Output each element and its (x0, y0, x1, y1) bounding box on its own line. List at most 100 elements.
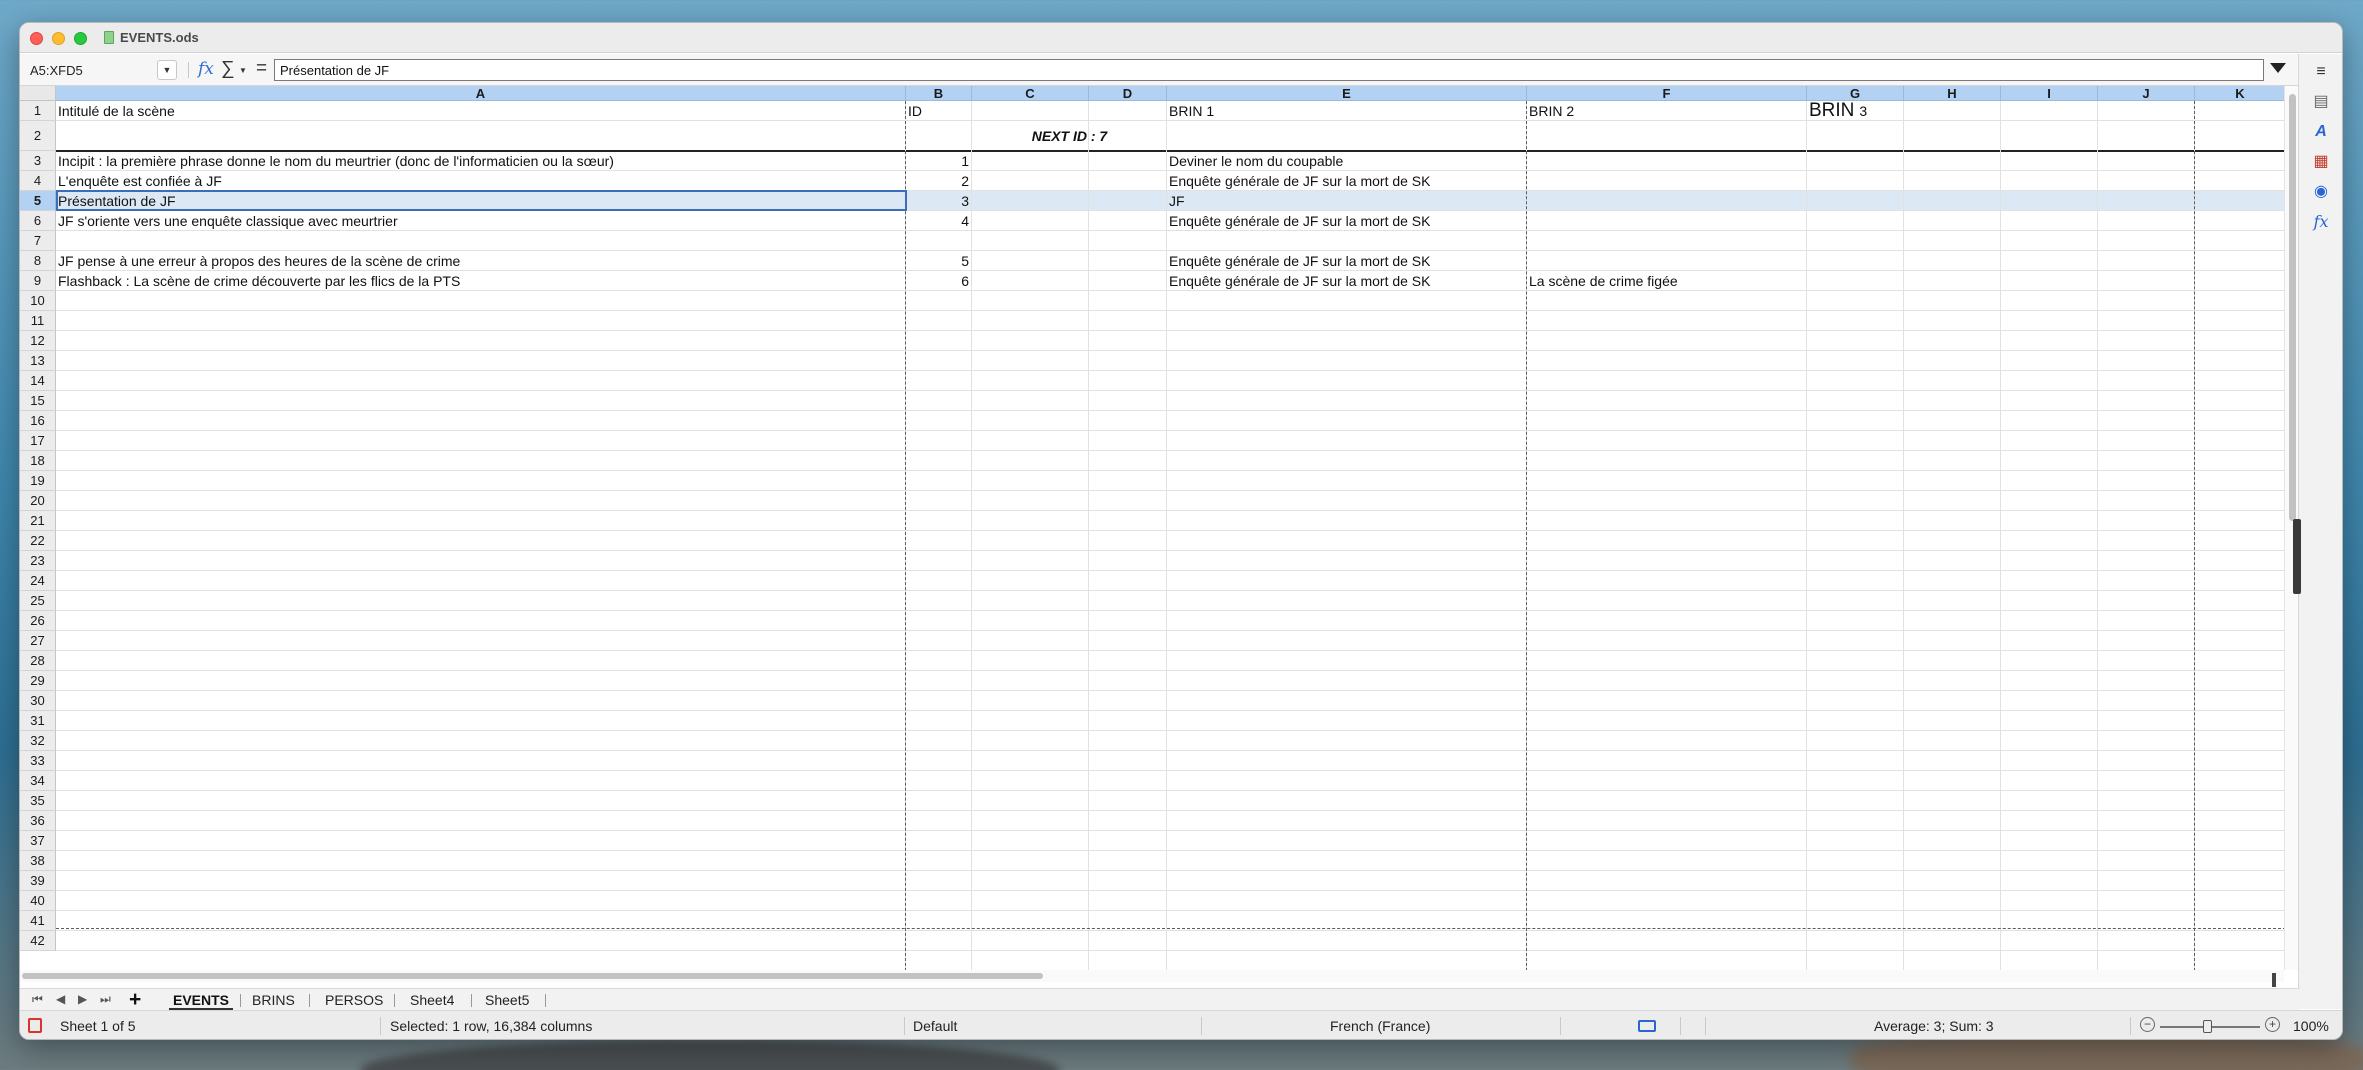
row-header-5[interactable]: 5 (20, 191, 56, 211)
row-header-29[interactable]: 29 (20, 671, 56, 691)
row-header-12[interactable]: 12 (20, 331, 56, 351)
cell-e6[interactable]: Enquête générale de JF sur la mort de SK (1169, 211, 1430, 231)
row-header-20[interactable]: 20 (20, 491, 56, 511)
language-status[interactable]: French (France) (1330, 1018, 1430, 1034)
row-header-42[interactable]: 42 (20, 931, 56, 951)
row-header-40[interactable]: 40 (20, 891, 56, 911)
column-header-c[interactable]: C (972, 86, 1089, 101)
horizontal-scrollbar[interactable] (20, 970, 2284, 982)
name-box[interactable]: A5:XFD5 (26, 60, 176, 81)
row-header-15[interactable]: 15 (20, 391, 56, 411)
column-header-a[interactable]: A (56, 86, 906, 101)
row-header-39[interactable]: 39 (20, 871, 56, 891)
row-header-41[interactable]: 41 (20, 911, 56, 931)
sum-dropdown-icon[interactable]: ▼ (239, 66, 247, 75)
row-header-37[interactable]: 37 (20, 831, 56, 851)
row-header-2[interactable]: 2 (20, 121, 56, 151)
row-header-6[interactable]: 6 (20, 211, 56, 231)
row-header-4[interactable]: 4 (20, 171, 56, 191)
minimize-window-button[interactable] (52, 32, 65, 45)
cell-b6[interactable]: 4 (906, 211, 969, 231)
selection-statistics[interactable]: Average: 3; Sum: 3 (1874, 1018, 1994, 1034)
row-header-16[interactable]: 16 (20, 411, 56, 431)
row-header-35[interactable]: 35 (20, 791, 56, 811)
selection-mode-icon[interactable] (1638, 1020, 1656, 1032)
column-header-f[interactable]: F (1527, 86, 1807, 101)
cell-g1[interactable]: BRIN 3 (1809, 101, 1867, 121)
cell-b1[interactable]: ID (908, 101, 922, 121)
zoom-window-button[interactable] (74, 32, 87, 45)
row-header-33[interactable]: 33 (20, 751, 56, 771)
cell-c2[interactable]: NEXT ID : 7 (972, 121, 1167, 151)
row-header-7[interactable]: 7 (20, 231, 56, 251)
cell-b8[interactable]: 5 (906, 251, 969, 271)
column-header-j[interactable]: J (2098, 86, 2195, 101)
row-header-10[interactable]: 10 (20, 291, 56, 311)
properties-icon[interactable]: ▤ (2311, 92, 2331, 112)
formula-equals-icon[interactable]: = (256, 58, 267, 80)
function-wizard-icon[interactable]: fx (198, 59, 214, 79)
cell-e3[interactable]: Deviner le nom du coupable (1169, 151, 1343, 171)
column-header-i[interactable]: I (2001, 86, 2098, 101)
row-header-31[interactable]: 31 (20, 711, 56, 731)
cell-e4[interactable]: Enquête générale de JF sur la mort de SK (1169, 171, 1430, 191)
horizontal-scroll-thumb[interactable] (22, 973, 1043, 979)
expand-formula-bar-icon[interactable] (2270, 63, 2286, 73)
row-header-3[interactable]: 3 (20, 151, 56, 171)
cell-e1[interactable]: BRIN 1 (1169, 101, 1214, 121)
cell-e9[interactable]: Enquête générale de JF sur la mort de SK (1169, 271, 1430, 291)
split-handle[interactable] (2272, 973, 2276, 987)
cell-a9[interactable]: Flashback : La scène de crime découverte… (58, 271, 460, 291)
row-header-36[interactable]: 36 (20, 811, 56, 831)
tab-sheet4[interactable]: Sheet4 (406, 992, 458, 1008)
zoom-slider-handle[interactable] (2203, 1020, 2212, 1033)
document-modified-icon[interactable] (28, 1018, 42, 1033)
column-header-h[interactable]: H (1904, 86, 2001, 101)
zoom-out-icon[interactable]: − (2140, 1017, 2155, 1032)
cell-b9[interactable]: 6 (906, 271, 969, 291)
cell-b3[interactable]: 1 (906, 151, 969, 171)
row-header-25[interactable]: 25 (20, 591, 56, 611)
row-header-22[interactable]: 22 (20, 531, 56, 551)
row-header-18[interactable]: 18 (20, 451, 56, 471)
row-header-30[interactable]: 30 (20, 691, 56, 711)
tab-persos[interactable]: PERSOS (321, 992, 387, 1008)
row-header-19[interactable]: 19 (20, 471, 56, 491)
row-header-14[interactable]: 14 (20, 371, 56, 391)
add-sheet-icon[interactable]: + (129, 988, 141, 1012)
sum-icon[interactable]: ∑ (221, 58, 235, 80)
sidebar-collapse-handle[interactable] (2293, 519, 2301, 594)
column-header-d[interactable]: D (1089, 86, 1167, 101)
column-header-e[interactable]: E (1167, 86, 1527, 101)
row-header-38[interactable]: 38 (20, 851, 56, 871)
cell-f9[interactable]: La scène de crime figée (1529, 271, 1678, 291)
first-sheet-icon[interactable]: ⏮ (32, 992, 43, 1007)
navigator-icon[interactable]: ◉ (2311, 182, 2331, 202)
last-sheet-icon[interactable]: ⏭ (100, 992, 111, 1007)
row-header-34[interactable]: 34 (20, 771, 56, 791)
cell-a3[interactable]: Incipit : la première phrase donne le no… (58, 151, 614, 171)
row-header-13[interactable]: 13 (20, 351, 56, 371)
gallery-icon[interactable]: ▦ (2311, 152, 2331, 172)
row-header-21[interactable]: 21 (20, 511, 56, 531)
row-header-28[interactable]: 28 (20, 651, 56, 671)
cell-e8[interactable]: Enquête générale de JF sur la mort de SK (1169, 251, 1430, 271)
cell-f1[interactable]: BRIN 2 (1529, 101, 1574, 121)
zoom-in-icon[interactable]: + (2265, 1017, 2280, 1032)
vertical-scroll-thumb[interactable] (2289, 94, 2296, 521)
row-header-9[interactable]: 9 (20, 271, 56, 291)
tab-brins[interactable]: BRINS (248, 992, 299, 1008)
column-header-g[interactable]: G (1807, 86, 1904, 101)
styles-icon[interactable]: A (2311, 122, 2331, 142)
row-header-17[interactable]: 17 (20, 431, 56, 451)
name-box-dropdown-icon[interactable]: ▼ (157, 60, 177, 80)
cell-a8[interactable]: JF pense à une erreur à propos des heure… (58, 251, 460, 271)
row-header-32[interactable]: 32 (20, 731, 56, 751)
select-all-corner[interactable] (20, 86, 56, 101)
sidebar-menu-icon[interactable]: ≡ (2311, 62, 2331, 82)
functions-icon[interactable]: fx (2311, 212, 2331, 232)
row-header-11[interactable]: 11 (20, 311, 56, 331)
cell-b4[interactable]: 2 (906, 171, 969, 191)
cell-a4[interactable]: L'enquête est confiée à JF (58, 171, 222, 191)
next-sheet-icon[interactable]: ▶ (78, 992, 87, 1006)
